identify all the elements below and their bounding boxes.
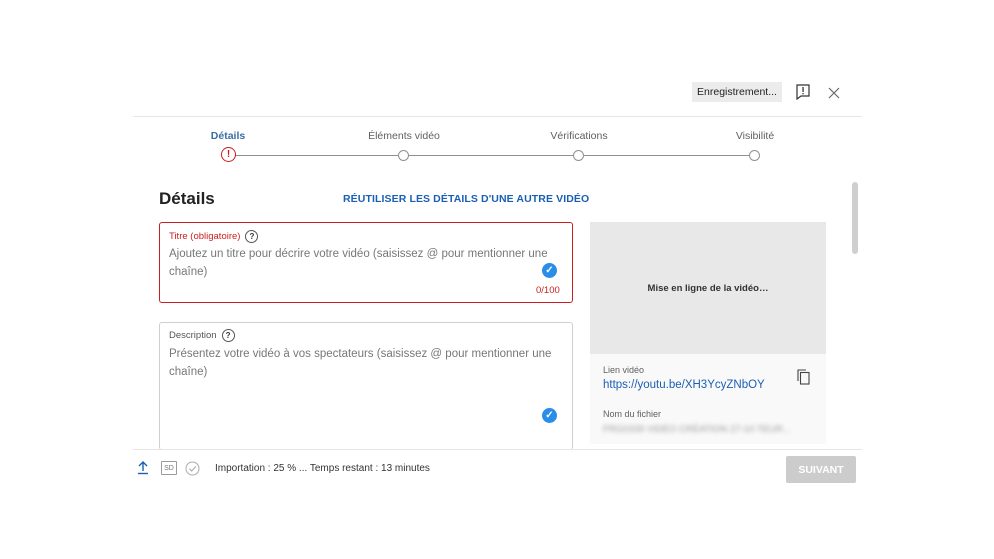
stepper-track (235, 155, 750, 156)
copy-icon[interactable] (794, 368, 812, 386)
title-char-counter: 0/100 (536, 285, 560, 296)
video-link[interactable]: https://youtu.be/XH3YcyZNbOY (603, 379, 765, 391)
step-visibility-circle[interactable] (749, 150, 760, 161)
help-icon[interactable]: ? (221, 329, 235, 342)
file-name: FRG0339 VIDÉO CRÉATION 27-10 TEUR... (603, 424, 791, 435)
step-checks-label[interactable]: Vérifications (519, 130, 639, 142)
step-details-label[interactable]: Détails (168, 130, 288, 142)
step-video-elements-circle[interactable] (398, 150, 409, 161)
header-divider (133, 116, 862, 117)
video-preview: Mise en ligne de la vidéo… (590, 222, 826, 354)
title-input[interactable]: Ajoutez un titre pour décrire votre vidé… (169, 245, 554, 281)
check-icon: ✓ (542, 263, 557, 278)
sd-icon: SD (161, 461, 177, 475)
description-field-label-row: Description ? (169, 329, 235, 342)
reuse-details-link[interactable]: RÉUTILISER LES DÉTAILS D'UNE AUTRE VIDÉO (343, 193, 589, 205)
description-field[interactable]: Description ? Présentez votre vidéo à vo… (159, 322, 573, 450)
video-link-label: Lien vidéo (603, 365, 645, 375)
upload-icon (136, 460, 150, 476)
next-button[interactable]: SUIVANT (786, 456, 856, 483)
step-video-elements-label[interactable]: Éléments vidéo (344, 130, 464, 142)
preview-status-text: Mise en ligne de la vidéo… (647, 282, 769, 294)
close-icon[interactable] (825, 84, 843, 102)
description-field-label: Description (169, 330, 217, 341)
help-icon[interactable]: ? (245, 230, 259, 243)
title-field[interactable]: Titre (obligatoire) ? Ajoutez un titre p… (159, 222, 573, 303)
step-checks-circle[interactable] (573, 150, 584, 161)
title-field-label: Titre (obligatoire) (169, 231, 241, 242)
step-visibility-label[interactable]: Visibilité (695, 130, 815, 142)
upload-progress-status: Importation : 25 % ... Temps restant : 1… (215, 463, 430, 474)
description-input[interactable]: Présentez votre vidéo à vos spectateurs … (169, 345, 559, 381)
page-title: Détails (159, 189, 215, 208)
scrollbar-thumb[interactable] (852, 182, 858, 254)
checks-status-icon (184, 460, 200, 476)
saving-status-chip: Enregistrement... (692, 82, 782, 102)
file-name-label: Nom du fichier (603, 409, 662, 419)
check-icon: ✓ (542, 408, 557, 423)
feedback-flag-icon[interactable] (794, 83, 812, 101)
footer-divider (133, 449, 862, 450)
step-details-error-icon[interactable]: ! (221, 147, 236, 162)
title-field-label-row: Titre (obligatoire) ? (169, 230, 259, 243)
